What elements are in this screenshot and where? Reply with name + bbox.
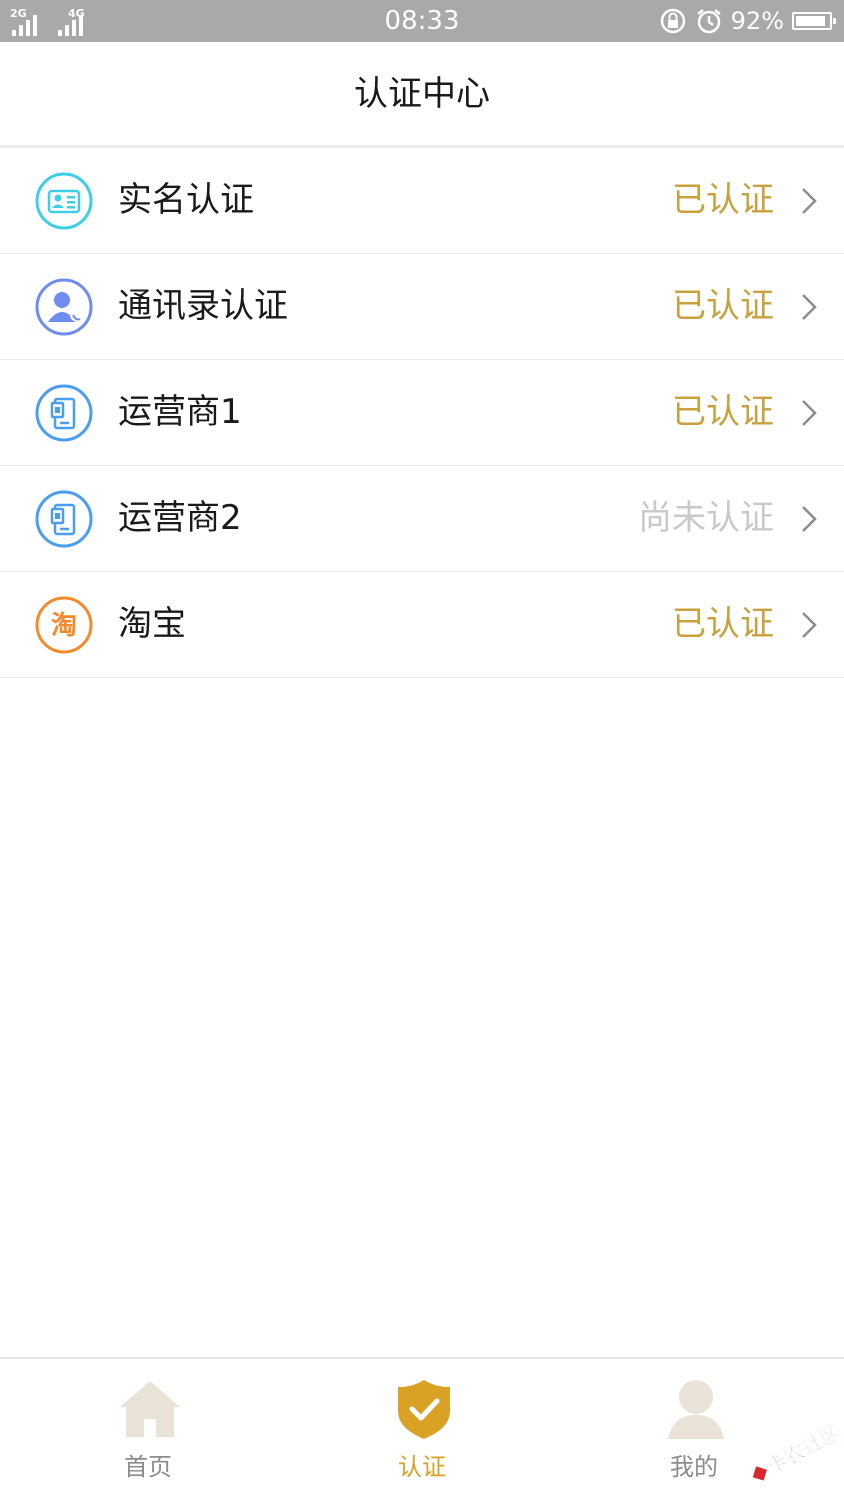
svg-text:卡农社区: 卡农社区	[763, 1420, 836, 1479]
rotation-lock-icon	[660, 8, 685, 34]
list-item-contacts[interactable]: 通讯录认证 已认证	[0, 254, 844, 360]
tab-verify[interactable]: 认证	[322, 1359, 522, 1502]
list-item-carrier-1[interactable]: 运营商1 已认证	[0, 360, 844, 466]
taobao-icon: 淘	[35, 596, 93, 654]
home-icon	[120, 1381, 180, 1437]
id-card-icon	[35, 172, 93, 230]
status-text: 已认证	[672, 286, 774, 326]
item-label: 实名认证	[118, 180, 254, 220]
item-label: 淘宝	[118, 604, 186, 644]
list-item-carrier-2[interactable]: 运营商2 尚未认证	[0, 466, 844, 572]
page-title: 认证中心	[354, 74, 490, 114]
status-text: 尚未认证	[638, 498, 774, 538]
user-icon	[668, 1380, 724, 1439]
chevron-right-icon	[802, 294, 817, 320]
watermark-logo: 卡农社区	[752, 1419, 836, 1481]
status-text: 已认证	[672, 604, 774, 644]
tab-label: 首页	[124, 1453, 172, 1481]
item-label: 通讯录认证	[118, 286, 288, 326]
chevron-right-icon	[802, 612, 817, 638]
phone-icon	[35, 384, 93, 442]
page-header: 认证中心	[0, 42, 844, 148]
chevron-right-icon	[802, 506, 817, 532]
battery-icon	[792, 12, 836, 30]
list-item-taobao[interactable]: 淘 淘宝 已认证	[0, 572, 844, 678]
battery-percent: 92%	[730, 7, 784, 35]
shield-check-icon	[398, 1380, 450, 1439]
chevron-right-icon	[802, 188, 817, 214]
verification-list: 实名认证 已认证 通讯录认证 已认证 运营商1 已认证 运营商2 尚未认证 淘 …	[0, 148, 844, 678]
status-bar: 2G 4G 08:33 92%	[0, 0, 844, 42]
status-text: 已认证	[672, 392, 774, 432]
svg-text:淘: 淘	[51, 611, 77, 641]
bottom-tab-bar: 首页 认证 我的 卡农社区	[0, 1357, 844, 1502]
item-label: 运营商1	[118, 392, 242, 432]
contacts-icon	[35, 278, 93, 336]
status-text: 已认证	[672, 180, 774, 220]
tab-home[interactable]: 首页	[48, 1359, 248, 1502]
chevron-right-icon	[802, 400, 817, 426]
phone-icon	[35, 490, 93, 548]
list-item-real-name[interactable]: 实名认证 已认证	[0, 148, 844, 254]
alarm-icon	[696, 9, 721, 34]
item-label: 运营商2	[118, 498, 242, 538]
tab-label: 认证	[398, 1453, 446, 1481]
